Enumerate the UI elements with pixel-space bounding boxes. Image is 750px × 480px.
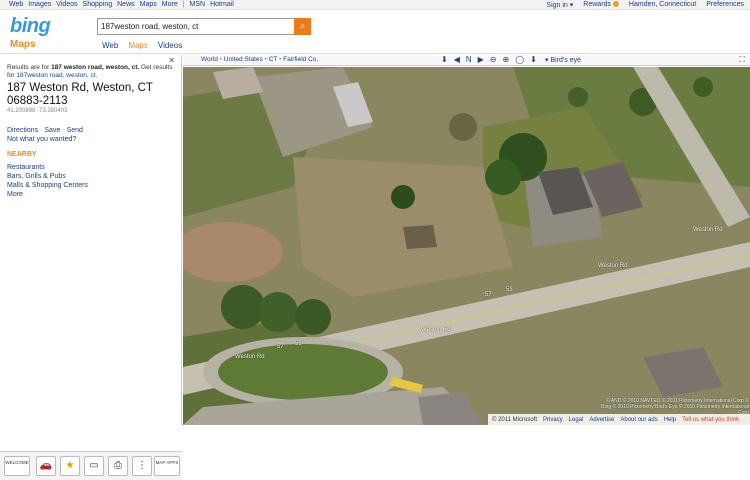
road-label: Weston Rd [235,354,265,360]
crumb-united-states[interactable]: United States [224,56,263,63]
route-shield-53: 53 [295,341,302,347]
directions-link[interactable]: Directions [7,127,38,134]
search-icon: ⌕ [299,21,306,32]
road-label: Weston Rd [598,263,628,269]
nav-link-web[interactable]: Web [9,1,23,8]
compass-north-icon[interactable]: N [466,55,472,64]
preferences-link[interactable]: Preferences [706,1,744,9]
birds-eye-dropdown[interactable]: ▾ Bird's eye [545,56,581,64]
header: bing Maps ⌕ Web Maps Videos [0,11,750,54]
nearby-item-more[interactable]: More [7,190,88,199]
star-icon[interactable]: ★ [60,456,80,476]
sign-in-label: Sign in [546,2,568,9]
location-link[interactable]: Hamden, Connecticut [629,1,696,9]
nav-link-videos[interactable]: Videos [56,1,77,8]
top-nav-bar: Web Images Videos Shopping News Maps Mor… [0,0,750,10]
search-tabs: Web Maps Videos [101,41,183,50]
aerial-imagery [183,67,750,425]
map-apps-label: MAP APPS [155,460,179,465]
results-sidebar: ✕ Results are for 187 weston road, westo… [0,55,182,480]
alt-results-link[interactable]: 187weston road, weston, ct. [16,72,97,79]
bing-logo[interactable]: bing [10,15,51,38]
results-query: 187 weston road, weston, ct. [51,64,140,71]
privacy-link[interactable]: Privacy [543,417,563,423]
rotate-right-icon[interactable]: ▶ [478,55,484,64]
star-glyph: ★ [65,460,75,471]
route-shield-57: 57 [277,344,284,350]
welcome-button[interactable]: WELCOME [4,456,30,476]
nav-link-shopping[interactable]: Shopping [83,1,113,8]
results-prefix: Results are for [7,64,52,71]
rotate-left-icon[interactable]: ◀ [454,55,460,64]
rewards-icon [612,1,619,7]
fullscreen-icon[interactable]: ⛶ [739,55,745,65]
nav-separator: | [182,1,185,8]
nearby-list: Restaurants Bars, Grills & Pubs Malls & … [7,163,88,199]
feedback-link[interactable]: Tell us what you think [682,417,739,423]
view-icon[interactable]: ◯ [515,55,524,64]
crumb-world[interactable]: World [201,56,218,63]
nav-link-maps[interactable]: Maps [140,1,157,8]
nav-link-images[interactable]: Images [28,1,51,8]
help-link[interactable]: Help [664,417,676,423]
map-apps-button[interactable]: MAP APPS [154,456,180,476]
search-input[interactable] [98,19,293,34]
nav-link-more[interactable]: More [162,1,178,8]
route-shield-57: 57 [485,292,492,298]
results-notice: Results are for 187 weston road, weston,… [7,64,177,80]
birds-eye-label: Bird's eye [550,57,581,64]
tab-maps[interactable]: Maps [127,41,149,50]
nearby-item-restaurants[interactable]: Restaurants [7,163,88,172]
nav-link-hotmail[interactable]: Hotmail [210,1,234,8]
nearby-heading: NEARBY [7,151,37,158]
road-label: Weston Rd [421,327,451,333]
rewards-label: Rewards [583,1,611,8]
address-actions: Directions · Save · Send [7,127,83,134]
welcome-label: WELCOME [5,460,29,465]
copyright-text: © 2011 Microsoft [492,416,537,423]
section-title: Maps [10,39,36,50]
zoom-in-icon[interactable]: ⊕ [503,55,510,64]
map-footer: © 2011 Microsoft Privacy Legal Advertise… [488,414,750,425]
layer-icon[interactable]: ⬇ [530,55,537,64]
nearby-item-malls[interactable]: Malls & Shopping Centers [7,181,88,190]
crumb-ct[interactable]: CT [269,56,278,63]
about-ads-link[interactable]: About our ads [620,417,657,423]
search-box: ⌕ [97,18,311,35]
breadcrumb: World • United States • CT • Fairfield C… [201,56,318,63]
download-icon[interactable]: ⬇ [441,55,448,64]
map-controls: ⬇ ◀ N ▶ ⊖ ⊕ ◯ ⬇ [441,55,537,64]
zoom-out-icon[interactable]: ⊖ [490,55,497,64]
legal-link[interactable]: Legal [569,417,584,423]
nav-link-msn[interactable]: MSN [190,1,206,8]
aerial-map[interactable]: Weston Rd Weston Rd Weston Rd Weston Rd … [183,67,750,425]
search-button[interactable]: ⌕ [294,18,311,35]
traffic-icon[interactable]: ⋮ [132,456,152,476]
not-what-you-wanted-link[interactable]: Not what you wanted? [7,136,76,143]
crumb-fairfield[interactable]: Fairfield Co. [283,56,318,63]
address-line-2: 06883-2113 [7,95,68,107]
send-link[interactable]: Send [67,127,83,134]
address-line-1: 187 Weston Rd, Weston, CT [7,82,153,94]
tab-web[interactable]: Web [101,41,119,50]
rewards-link[interactable]: Rewards [583,1,619,9]
top-nav-links: Web Images Videos Shopping News Maps Mor… [9,1,234,8]
advertise-link[interactable]: Advertise [589,417,614,423]
coordinates: 41.200898 -73.380403 [7,108,68,114]
money-icon[interactable]: ▭ [84,456,104,476]
tab-videos[interactable]: Videos [157,41,183,50]
sign-in-link[interactable]: Sign in ▾ [546,1,573,9]
save-link[interactable]: Save [44,127,60,134]
route-shield-53: 53 [506,287,513,293]
printer-icon[interactable]: ⎙ [108,456,128,476]
map-toolbar: World • United States • CT • Fairfield C… [183,55,750,66]
car-icon[interactable]: 🚗 [36,456,56,476]
nearby-item-bars[interactable]: Bars, Grills & Pubs [7,172,88,181]
road-label: Weston Rd [693,227,723,233]
nav-link-news[interactable]: News [117,1,135,8]
top-nav-right: Sign in ▾ Rewards Hamden, Connecticut Pr… [546,1,744,9]
bottom-toolbar: WELCOME 🚗 ★ ▭ ⎙ ⋮ MAP APPS [0,451,182,480]
